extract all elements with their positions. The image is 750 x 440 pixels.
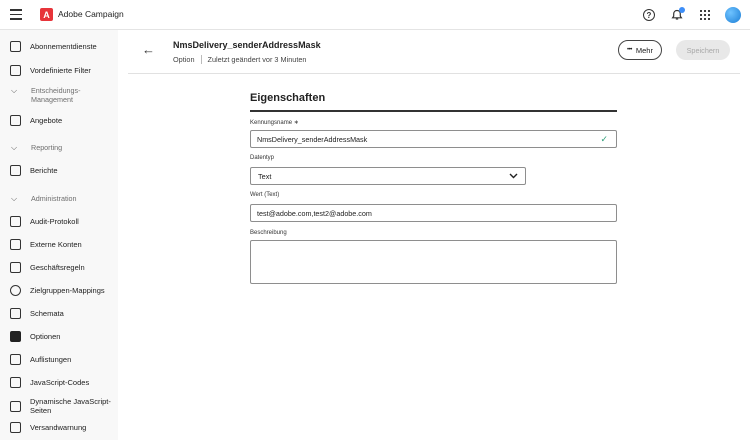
title-divider	[250, 110, 617, 112]
schema-icon	[10, 307, 21, 319]
id-field[interactable]: NmsDelivery_senderAddressMask ✓	[250, 130, 617, 148]
filter-icon	[10, 64, 21, 76]
sidebar-item-lists[interactable]: Auflistungen	[0, 349, 118, 369]
sidebar-item-label: Abonnementdienste	[30, 41, 97, 51]
reports-icon	[10, 164, 21, 176]
sidebar-item-label: Versandwarnung	[30, 422, 87, 432]
sidebar-item-label: Externe Konten	[30, 239, 82, 249]
type-select[interactable]: Text	[250, 167, 526, 185]
list-icon	[10, 353, 21, 365]
type-select-value: Text	[258, 171, 272, 181]
more-icon: •••	[627, 47, 632, 53]
sidebar-item-mappings[interactable]: Zielgruppen-Mappings	[0, 280, 118, 300]
rules-icon	[10, 261, 21, 273]
sidebar-section-label: Reporting	[31, 143, 63, 152]
sidebar-item-label: Optionen	[30, 331, 61, 341]
sidebar-section-label: Administration	[31, 194, 77, 203]
sidebar-item-offers[interactable]: Angebote	[0, 110, 118, 130]
sidebar-item-label: JavaScript-Codes	[30, 377, 90, 387]
top-right-actions: ?	[640, 6, 742, 24]
notifications-icon[interactable]	[668, 6, 686, 24]
properties-form: Eigenschaften Kennungsname ∗ NmsDelivery…	[250, 92, 617, 284]
value-field[interactable]: test@adobe.com,test2@adobe.com	[250, 204, 617, 222]
description-field[interactable]	[250, 240, 617, 284]
sidebar-item-filters[interactable]: Vordefinierte Filter	[0, 60, 118, 80]
sidebar-item-delivery-warning[interactable]: Versandwarnung	[0, 417, 118, 437]
sidebar-item-external-accounts[interactable]: Externe Konten	[0, 234, 118, 254]
id-field-value: NmsDelivery_senderAddressMask	[257, 134, 368, 144]
app-title: Adobe Campaign	[58, 9, 124, 19]
menu-icon[interactable]	[10, 9, 22, 21]
chevron-down-icon	[509, 173, 518, 179]
help-icon[interactable]: ?	[640, 6, 658, 24]
sidebar-item-audit[interactable]: Audit-Protokoll	[0, 211, 118, 231]
sidebar-item-options[interactable]: Optionen	[0, 326, 118, 346]
description-label: Beschreibung	[250, 230, 287, 236]
type-label: Datentyp	[250, 155, 275, 161]
sidebar-section-administration[interactable]: ⌵ Administration	[0, 194, 118, 203]
sidebar-item-label: Auflistungen	[30, 354, 72, 364]
sidebar-item-js-pages[interactable]: Dynamische JavaScript-Seiten	[0, 396, 118, 416]
mapping-icon	[10, 284, 21, 296]
id-label-text: Kennungsname	[250, 120, 293, 126]
subscription-icon	[10, 40, 21, 52]
sidebar-item-label: Angebote	[30, 115, 63, 125]
main-content: ← NmsDelivery_senderAddressMask Option Z…	[118, 30, 750, 440]
sidebar: Abonnementdienste Vordefinierte Filter ⌵…	[0, 30, 118, 440]
chevron-down-icon: ⌵	[11, 194, 18, 203]
sidebar-item-label: Berichte	[30, 165, 58, 175]
checkmark-icon: ✓	[600, 134, 608, 144]
sidebar-item-label: Vordefinierte Filter	[30, 65, 91, 75]
last-modified: Zuletzt geändert vor 3 Minuten	[207, 55, 307, 64]
sidebar-item-label: Dynamische JavaScript-Seiten	[30, 397, 111, 415]
sidebar-section-reporting[interactable]: ⌵ Reporting	[0, 143, 118, 152]
audit-icon	[10, 215, 21, 227]
more-button[interactable]: ••• Mehr	[618, 40, 662, 60]
sidebar-item-label: Geschäftsregeln	[30, 262, 85, 272]
value-field-value: test@adobe.com,test2@adobe.com	[257, 208, 372, 218]
object-type: Option	[173, 55, 195, 64]
page-subtitle: Option Zuletzt geändert vor 3 Minuten	[173, 55, 306, 64]
warning-icon	[10, 421, 21, 433]
divider	[200, 55, 202, 64]
notification-badge	[679, 7, 685, 13]
js-pages-icon	[10, 400, 21, 412]
save-button[interactable]: Speichern	[676, 40, 730, 60]
sidebar-section-decision-management[interactable]: ⌵ Entscheidungs-Management	[0, 86, 118, 104]
page-title: NmsDelivery_senderAddressMask	[173, 40, 321, 50]
sidebar-item-schemas[interactable]: Schemata	[0, 303, 118, 323]
chevron-down-icon: ⌵	[11, 86, 18, 95]
form-title: Eigenschaften	[250, 92, 326, 104]
required-mark: ∗	[293, 120, 299, 126]
sidebar-item-javascript[interactable]: JavaScript-Codes	[0, 372, 118, 392]
id-label: Kennungsname ∗	[250, 119, 299, 126]
sidebar-item-subscriptions[interactable]: Abonnementdienste	[0, 36, 118, 56]
sidebar-item-rules[interactable]: Geschäftsregeln	[0, 257, 118, 277]
avatar[interactable]	[724, 6, 742, 24]
apps-grid-icon[interactable]	[696, 6, 714, 24]
sidebar-item-reports[interactable]: Berichte	[0, 160, 118, 180]
chevron-down-icon: ⌵	[11, 143, 18, 152]
offers-icon	[10, 114, 21, 126]
back-arrow-icon[interactable]: ←	[142, 43, 155, 56]
external-accounts-icon	[10, 238, 21, 250]
sidebar-section-label: Entscheidungs-Management	[31, 86, 81, 104]
sidebar-item-label: Zielgruppen-Mappings	[30, 285, 105, 295]
top-bar: A Adobe Campaign ?	[0, 0, 750, 30]
adobe-logo: A	[40, 8, 53, 21]
javascript-icon	[10, 376, 21, 388]
sidebar-item-label: Audit-Protokoll	[30, 216, 79, 226]
sidebar-item-label: Schemata	[30, 308, 64, 318]
value-label: Wert (Text)	[250, 192, 280, 198]
options-icon	[10, 330, 21, 342]
page-header: ← NmsDelivery_senderAddressMask Option Z…	[128, 30, 740, 74]
more-button-label: Mehr	[635, 45, 653, 55]
